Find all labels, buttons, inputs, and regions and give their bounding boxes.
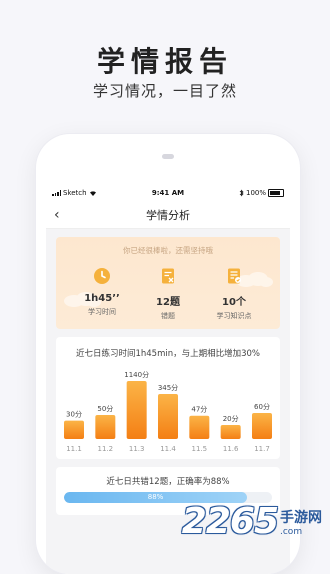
page-title: 学情分析 — [146, 209, 190, 222]
x-tick-label: 11.1 — [66, 445, 82, 453]
bar-value-label: 47分 — [191, 405, 207, 414]
knowledge-points-icon — [228, 268, 241, 284]
stat-wrong-questions: 12题 错题 — [138, 267, 198, 321]
bar-value-label: 60分 — [254, 402, 270, 411]
bar-value-label: 1140分 — [124, 370, 149, 379]
x-tick-label: 11.3 — [129, 445, 145, 453]
site-watermark: 2265 手游网 .com — [182, 501, 322, 542]
weekly-headline: 近七日练习时间1h45min，与上期相比增加30% — [75, 349, 261, 359]
promo-title: 学情报告 — [96, 45, 233, 78]
stat-value: 1h45’’ — [84, 293, 120, 304]
stat-label: 学习时间 — [88, 308, 116, 316]
weekly-bar-chart: 30分 11.1 50分 11.2 1140分 11.3 345分 11.4 47分 11.5 20… — [64, 370, 272, 453]
stat-label: 错题 — [161, 312, 175, 320]
x-tick-label: 11.4 — [160, 445, 176, 453]
x-tick-label: 11.6 — [223, 445, 239, 453]
phone-speaker — [162, 154, 174, 159]
promo-subtitle: 学习情况，一目了然 — [92, 82, 237, 100]
bar-value-label: 345分 — [158, 383, 178, 392]
back-button[interactable]: ‹ — [54, 207, 60, 223]
bar-value-label: 30分 — [66, 410, 82, 419]
weekly-chart-card: 近七日练习时间1h45min，与上期相比增加30% 30分 11.1 50分 11.2… — [56, 337, 280, 459]
status-bar: Sketch 9:41 AM 100% — [46, 184, 290, 202]
bar — [64, 420, 84, 439]
battery-icon — [268, 189, 284, 197]
nav-bar: ‹ 学情分析 — [46, 202, 290, 229]
bar — [252, 413, 272, 439]
watermark-site: 手游网 — [280, 509, 322, 526]
bar — [95, 415, 116, 439]
encouragement-text: 你已经很棒啦，还需坚持哦 — [123, 246, 213, 255]
bar-value-label: 20分 — [223, 414, 239, 423]
stat-value: 10个 — [222, 297, 246, 308]
watermark-number: 2265 — [181, 501, 279, 542]
stat-label: 学习知识点 — [216, 312, 252, 320]
clock-icon — [94, 268, 110, 284]
x-tick-label: 11.5 — [192, 445, 208, 453]
bar-value-label: 50分 — [97, 404, 113, 413]
stat-value: 12题 — [156, 297, 180, 308]
bar — [158, 394, 178, 439]
summary-card: 你已经很棒啦，还需坚持哦 1h45’’ 学习时间 12题 错题 10个 学习知识… — [56, 237, 280, 329]
bar — [126, 381, 147, 439]
wrong-questions-icon — [162, 268, 174, 284]
bar — [189, 415, 210, 439]
bar — [220, 425, 241, 439]
stat-study-time: 1h45’’ 学习时间 — [72, 267, 132, 317]
watermark-suffix: .com — [280, 526, 303, 537]
status-time: 9:41 AM — [151, 189, 185, 197]
x-tick-label: 11.7 — [254, 445, 270, 453]
stat-knowledge-points: 10个 学习知识点 — [204, 267, 264, 321]
x-tick-label: 11.2 — [98, 445, 114, 453]
accuracy-headline: 近七日共错12题，正确率为88% — [106, 477, 230, 487]
